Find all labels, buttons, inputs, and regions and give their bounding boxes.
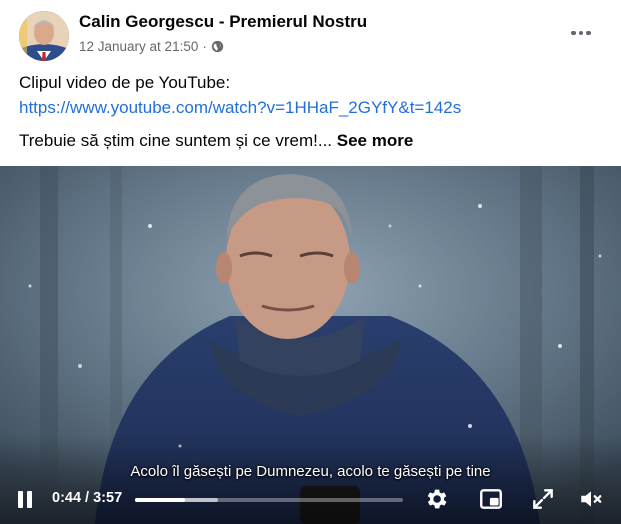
globe-icon[interactable] bbox=[211, 40, 224, 53]
youtube-link[interactable]: https://www.youtube.com/watch?v=1HHaF_2G… bbox=[19, 98, 461, 117]
video-player[interactable]: Acolo îl găsești pe Dumnezeu, acolo te g… bbox=[0, 166, 621, 524]
author-name[interactable]: Calin Georgescu - Premierul Nostru bbox=[79, 12, 367, 32]
meta-separator: · bbox=[202, 39, 207, 54]
dot bbox=[571, 30, 576, 36]
fullscreen-icon[interactable] bbox=[530, 486, 556, 512]
post-timestamp[interactable]: 12 January at 21:50 bbox=[79, 39, 198, 54]
post-text-truncated: Trebuie să știm cine suntem și ce vrem!.… bbox=[19, 131, 333, 150]
post-body: Clipul video de pe YouTube: https://www.… bbox=[19, 70, 609, 120]
post-header: Calin Georgescu - Premierul Nostru 12 Ja… bbox=[0, 0, 621, 64]
time-display: 0:44 / 3:57 bbox=[52, 490, 123, 506]
pause-icon[interactable] bbox=[18, 491, 34, 509]
picture-in-picture-icon[interactable] bbox=[478, 486, 504, 512]
settings-icon[interactable] bbox=[423, 486, 449, 512]
post-text-truncated-line: Trebuie să știm cine suntem și ce vrem!.… bbox=[19, 128, 413, 153]
pause-bar bbox=[18, 491, 23, 508]
pause-bar bbox=[27, 491, 32, 508]
mute-icon[interactable] bbox=[578, 486, 604, 512]
more-options-icon[interactable] bbox=[566, 23, 596, 43]
dot bbox=[586, 30, 591, 36]
video-controls: 0:44 / 3:57 bbox=[0, 474, 621, 524]
post-meta: 12 January at 21:50 · bbox=[79, 39, 224, 54]
post-text-intro: Clipul video de pe YouTube: bbox=[19, 73, 231, 92]
author-avatar[interactable] bbox=[19, 11, 69, 61]
progress-played bbox=[135, 498, 185, 502]
see-more-link[interactable]: See more bbox=[337, 131, 414, 150]
avatar-image bbox=[19, 11, 69, 61]
dot bbox=[578, 30, 584, 36]
progress-bar[interactable] bbox=[135, 498, 403, 502]
